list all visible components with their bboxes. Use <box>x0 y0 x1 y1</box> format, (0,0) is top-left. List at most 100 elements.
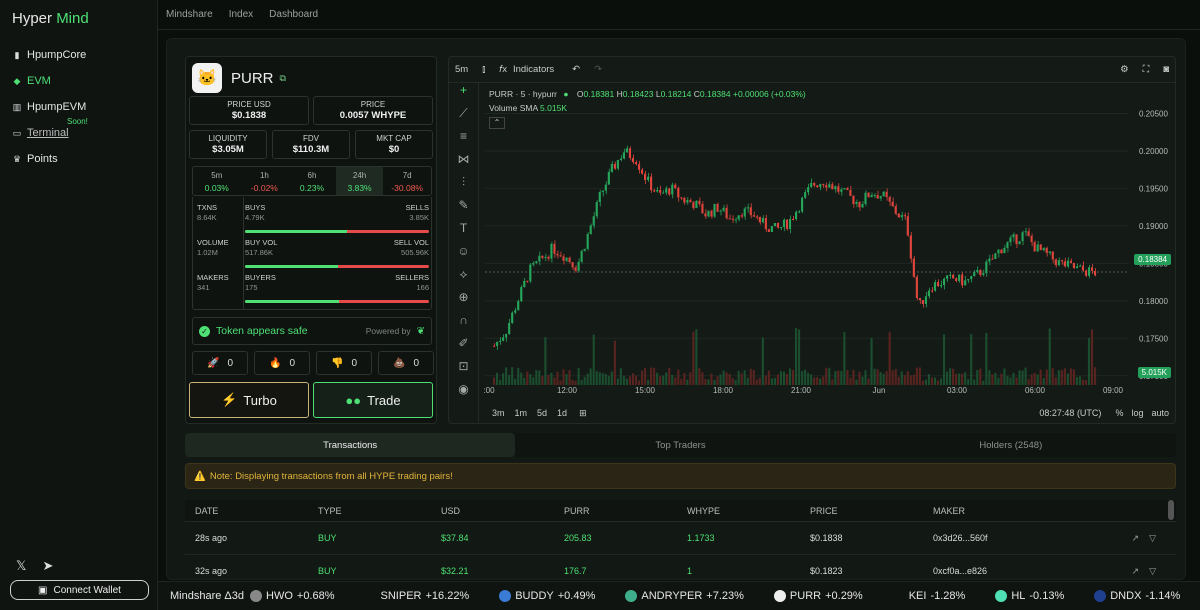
interval-button[interactable]: 5m <box>455 64 468 75</box>
timeframe-5m[interactable]: 5m 0.03% <box>193 167 241 195</box>
emoji-icon[interactable]: ☺ <box>449 244 478 267</box>
ticker-item[interactable]: HWO +0.68% <box>250 590 335 602</box>
candle-body <box>1090 267 1094 271</box>
sidebar-item-terminal[interactable]: ▭ Terminal Soon! <box>12 117 152 146</box>
date-range-icon[interactable]: ⊞ <box>579 408 587 419</box>
range-1m[interactable]: 1m <box>515 408 528 418</box>
candle-body <box>610 163 613 172</box>
ticker-item[interactable]: BUDDY +0.49% <box>499 590 595 602</box>
volume-bar <box>991 374 994 385</box>
sidebar-item-points[interactable]: ♛ Points <box>12 146 152 172</box>
timeframe-7d[interactable]: 7d -30.08% <box>383 167 431 195</box>
ticker-item[interactable]: DNDX -1.14% <box>1094 590 1180 602</box>
table-row[interactable]: 28s ago BUY $37.84 205.83 1.1733 $0.1838 0x3d2… <box>185 522 1176 555</box>
magnet-icon[interactable]: ∩ <box>449 313 478 336</box>
nav-mindshare[interactable]: Mindshare <box>166 9 213 20</box>
chart-footer: 3m 1m 5d 1d ⊞ 08:27:48 (UTC) % log auto <box>479 402 1175 423</box>
col-date[interactable]: DATE <box>195 506 318 516</box>
col-type[interactable]: TYPE <box>318 506 441 516</box>
reaction-button[interactable]: 🚀 0 <box>192 351 248 375</box>
timeframe-24h[interactable]: 24h 3.83% <box>335 167 384 195</box>
x-icon[interactable]: 𝕏 <box>16 558 26 574</box>
sidebar-item-evm[interactable]: ◆ EVM <box>12 68 152 94</box>
reaction-button[interactable]: 💩 0 <box>378 351 434 375</box>
fullscreen-icon[interactable]: ⛶ <box>1143 64 1150 75</box>
indicators-button[interactable]: Indicators <box>513 64 554 75</box>
text-tool-icon[interactable]: T <box>449 221 478 244</box>
range-1d[interactable]: 1d <box>557 408 567 418</box>
ticker-item[interactable]: SNIPER +16.22% <box>364 590 469 602</box>
filter-icon[interactable]: ▽ <box>1149 566 1156 577</box>
table-scrollbar[interactable] <box>1168 500 1174 520</box>
lock-icon[interactable]: ⊡ <box>449 359 478 382</box>
col-maker[interactable]: MAKER <box>933 506 1083 516</box>
buys-fill <box>245 230 347 233</box>
brush-icon[interactable]: ✎ <box>449 198 478 221</box>
reaction-button[interactable]: 👎 0 <box>316 351 372 375</box>
collapse-legend-button[interactable]: ⌃ <box>489 117 505 129</box>
timeframe-6h[interactable]: 6h 0.23% <box>288 167 336 195</box>
col-usd[interactable]: USD <box>441 506 564 516</box>
external-link-icon[interactable]: ↗ <box>1132 566 1140 577</box>
tab-top-traders[interactable]: Top Traders <box>515 433 845 457</box>
volume-bar <box>976 369 979 385</box>
nav-dashboard[interactable]: Dashboard <box>269 9 318 20</box>
ticker-item[interactable]: PURR +0.29% <box>773 590 863 602</box>
cell-maker[interactable]: 0xcf0a...e826 <box>933 566 1083 576</box>
connect-wallet-button[interactable]: ▣ Connect Wallet <box>10 580 149 600</box>
col-price[interactable]: PRICE <box>810 506 933 516</box>
settings-icon[interactable]: ⚙ <box>1120 64 1129 75</box>
timeframe-1h[interactable]: 1h -0.02% <box>241 167 289 195</box>
trade-button[interactable]: ●● Trade <box>313 382 433 418</box>
undo-icon[interactable]: ↶ <box>572 64 580 75</box>
reaction-button[interactable]: 🔥 0 <box>254 351 310 375</box>
trendline-icon[interactable]: ⟋ <box>449 106 478 129</box>
volume-bar <box>625 378 628 385</box>
crosshair-icon[interactable]: + <box>449 83 478 106</box>
range-3m[interactable]: 3m <box>492 408 505 418</box>
timeframe-pct: -0.02% <box>250 183 278 193</box>
sidebar-item-hpumpcore[interactable]: ▮ HpumpCore <box>12 42 152 68</box>
range-5d[interactable]: 5d <box>537 408 547 418</box>
col-whype[interactable]: WHYPE <box>687 506 810 516</box>
chart-legend: PURR · 5 · hypurr ● O0.18381 H0.18423 L0… <box>489 89 806 129</box>
ticker-item[interactable]: HL -0.13% <box>995 590 1064 602</box>
redo-icon[interactable]: ↷ <box>594 64 602 75</box>
fib-icon[interactable]: ⫶ <box>449 175 478 198</box>
log-scale[interactable]: log <box>1131 408 1143 418</box>
candle-body <box>973 271 976 277</box>
tab-holders[interactable]: Holders (2548) <box>846 433 1176 457</box>
col-purr[interactable]: PURR <box>564 506 687 516</box>
lock-draw-icon[interactable]: ✐ <box>449 336 478 359</box>
filter-icon[interactable]: ▽ <box>1149 533 1156 544</box>
zoom-icon[interactable]: ⊕ <box>449 290 478 313</box>
eye-icon[interactable]: ◉ <box>449 382 478 405</box>
reaction-count: 0 <box>413 357 419 369</box>
turbo-button[interactable]: ⚡ Turbo <box>189 382 309 418</box>
candle-body <box>571 262 574 268</box>
telegram-icon[interactable]: ➤ <box>42 558 53 574</box>
brand-logo[interactable]: Hyper Mind <box>12 10 89 27</box>
nav-index[interactable]: Index <box>229 9 253 20</box>
candle-body <box>785 219 789 230</box>
volume-bar <box>1090 329 1094 385</box>
pattern-icon[interactable]: ⋈ <box>449 152 478 175</box>
volume-bar <box>949 368 952 385</box>
camera-icon[interactable]: ◙ <box>1163 64 1169 75</box>
candles-icon[interactable]: ⫾ <box>482 64 485 75</box>
candle-body <box>692 202 695 209</box>
ticker-item[interactable]: KEI -1.28% <box>892 590 965 602</box>
hlines-icon[interactable]: ≡ <box>449 129 478 152</box>
candle-body <box>909 235 912 259</box>
ruler-icon[interactable]: ⟡ <box>449 267 478 290</box>
tab-transactions[interactable]: Transactions <box>185 433 516 457</box>
candle-body <box>671 184 674 195</box>
copy-icon[interactable]: ⧉ <box>280 73 286 84</box>
candle-body <box>764 218 767 230</box>
ticker-item[interactable]: ANDRYPER +7.23% <box>625 590 744 602</box>
volume-bar <box>523 377 526 385</box>
cell-maker[interactable]: 0x3d26...560f <box>933 533 1083 543</box>
percent-scale[interactable]: % <box>1115 408 1123 418</box>
auto-scale[interactable]: auto <box>1151 408 1169 418</box>
external-link-icon[interactable]: ↗ <box>1132 533 1140 544</box>
